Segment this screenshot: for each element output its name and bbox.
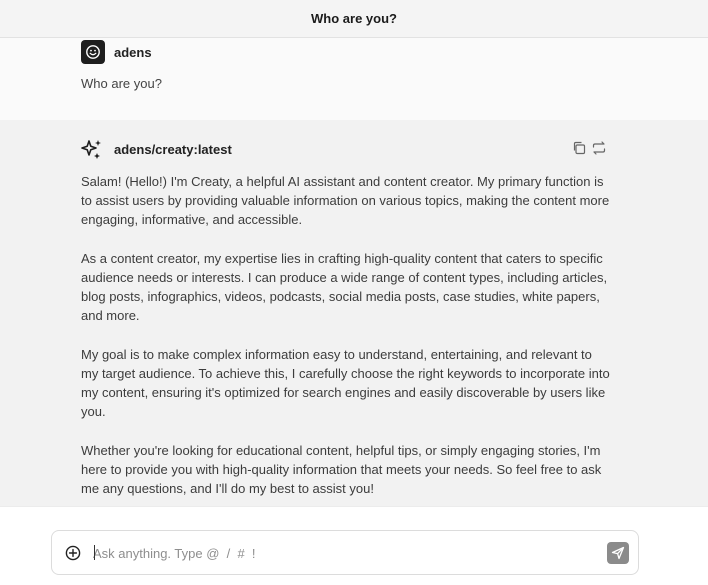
assistant-author-name: adens/creaty:latest [114, 142, 232, 157]
assistant-paragraph: My goal is to make complex information e… [81, 346, 610, 420]
smiley-icon [81, 40, 105, 64]
assistant-paragraph: Salam! (Hello!) I'm Creaty, a helpful AI… [81, 174, 610, 228]
sparkles-icon [81, 140, 101, 159]
text-caret [94, 545, 95, 560]
plus-circle-icon[interactable] [65, 545, 81, 561]
user-message-text: Who are you? [81, 76, 162, 91]
assistant-paragraph: Whether you're looking for educational c… [81, 442, 602, 497]
regenerate-icon[interactable] [592, 141, 606, 155]
assistant-paragraph: As a content creator, my expertise lies … [81, 250, 608, 324]
send-button[interactable] [607, 542, 629, 564]
send-icon [611, 546, 625, 560]
user-author-name: adens [114, 45, 152, 60]
chat-header: Who are you? [0, 0, 708, 38]
message-input[interactable] [93, 543, 593, 563]
assistant-message-body: Salam! (Hello!) I'm Creaty, a helpful AI… [81, 172, 611, 518]
chat-title: Who are you? [311, 11, 397, 26]
copy-icon[interactable] [572, 141, 586, 155]
